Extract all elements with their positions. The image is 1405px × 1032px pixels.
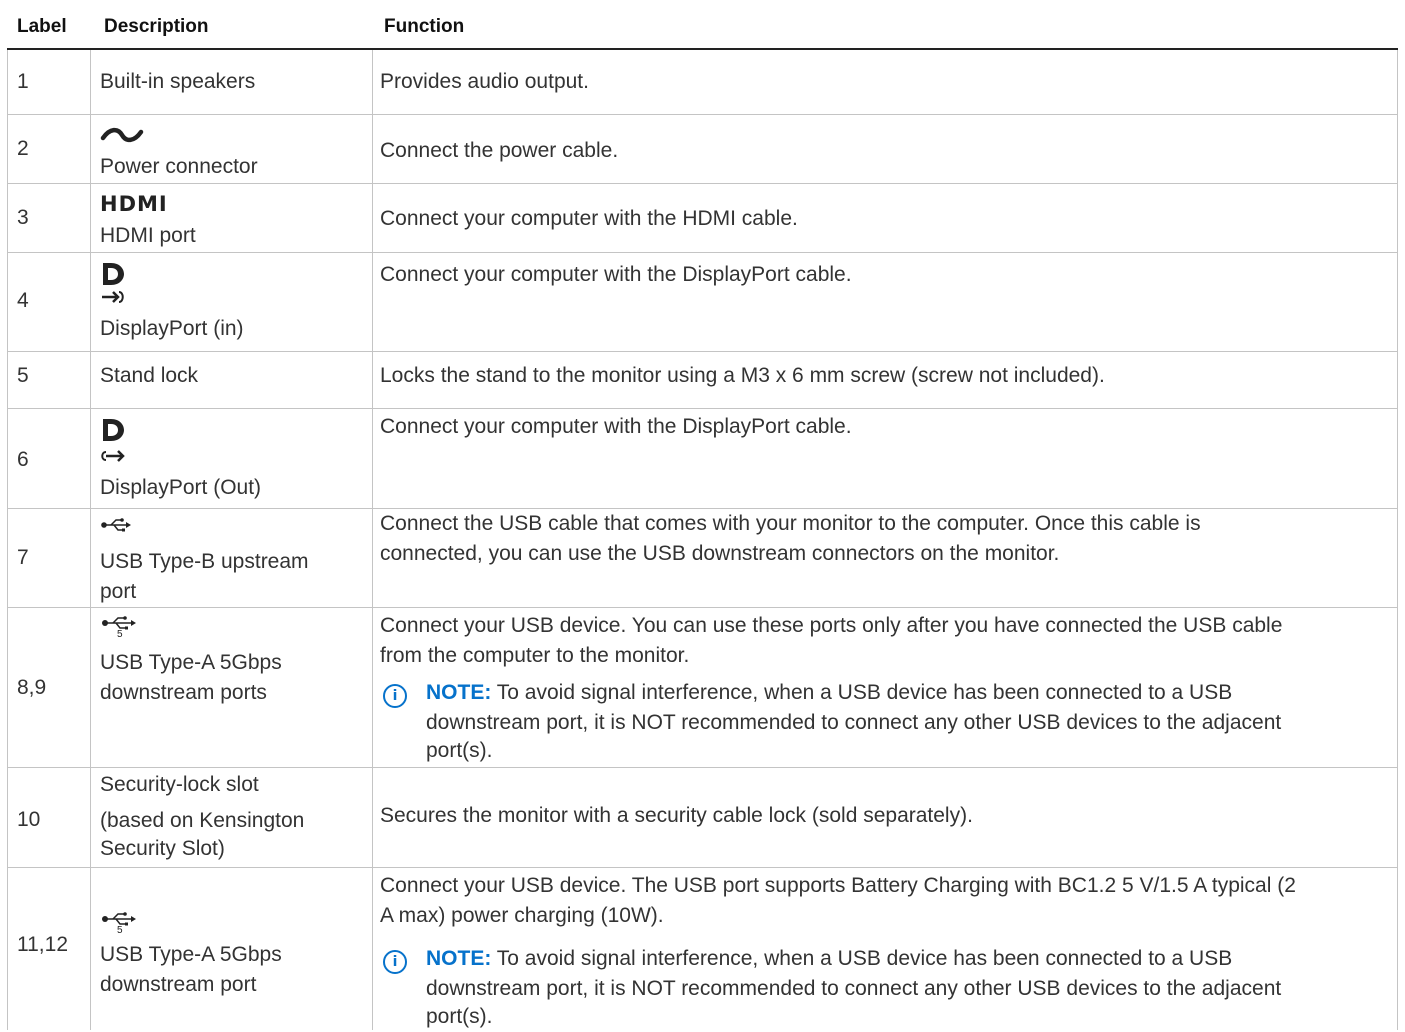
- row-function: Connect the USB cable that comes with yo…: [380, 512, 1201, 535]
- row-function: Provides audio output.: [380, 70, 589, 93]
- row-label: 11,12: [17, 933, 68, 956]
- ports-table: Label Description Function 1 Built-in sp…: [7, 6, 1398, 1030]
- row-function: Connect your computer with the DisplayPo…: [380, 263, 852, 286]
- note-label: NOTE:: [426, 947, 492, 970]
- ac-power-icon: [100, 127, 144, 143]
- row-label: 7: [17, 546, 29, 569]
- info-icon: i: [383, 950, 407, 974]
- row-description: downstream port: [100, 973, 257, 996]
- note-line: NOTE: To avoid signal interference, when…: [426, 678, 1232, 708]
- row-description: Power connector: [100, 155, 258, 178]
- usb-5gbps-icon: 5: [100, 614, 142, 642]
- row-function: A max) power charging (10W).: [380, 904, 664, 927]
- row-description: downstream ports: [100, 681, 267, 704]
- row-label: 4: [17, 289, 29, 312]
- row-function: Locks the stand to the monitor using a M…: [380, 364, 1105, 387]
- row-description: USB Type-B upstream: [100, 550, 309, 573]
- row-function: Connect your USB device. The USB port su…: [380, 874, 1296, 897]
- usb-5gbps-digit: 5: [117, 925, 123, 936]
- usb-icon: [101, 518, 131, 532]
- row-label: 3: [17, 206, 29, 229]
- row-description: (based on Kensington: [100, 809, 305, 832]
- note-line: NOTE: To avoid signal interference, when…: [426, 944, 1232, 974]
- row-label: 5: [17, 364, 29, 387]
- note-text: port(s).: [426, 1005, 493, 1028]
- row-function: connected, you can use the USB downstrea…: [380, 542, 1060, 565]
- header-description: Description: [104, 16, 209, 37]
- row-description: DisplayPort (Out): [100, 476, 262, 499]
- row-label: 6: [17, 448, 29, 471]
- row-description: Security Slot): [100, 837, 225, 860]
- note-text: downstream port, it is NOT recommended t…: [426, 977, 1282, 1000]
- row-label: 2: [17, 137, 29, 160]
- info-icon: i: [383, 684, 407, 708]
- hdmi-logo-icon: HDMI: [100, 192, 168, 216]
- note-text: To avoid signal interference, when a USB…: [491, 681, 1233, 704]
- row-function: Connect your USB device. You can use the…: [380, 614, 1283, 637]
- usb-5gbps-icon: 5: [100, 910, 142, 938]
- note-text: To avoid signal interference, when a USB…: [491, 947, 1233, 970]
- header-rule: [7, 48, 1398, 50]
- row-description: USB Type-A 5Gbps: [100, 651, 282, 674]
- row-description: port: [100, 580, 137, 603]
- header-function: Function: [384, 16, 465, 37]
- row-description: Stand lock: [100, 364, 199, 387]
- note-text: port(s).: [426, 739, 493, 762]
- row-function: Secures the monitor with a security cabl…: [380, 804, 973, 827]
- row-description: USB Type-A 5Gbps: [100, 943, 282, 966]
- row-label: 8,9: [17, 676, 47, 699]
- note-text: downstream port, it is NOT recommended t…: [426, 711, 1282, 734]
- row-label: 10: [17, 808, 41, 831]
- row-description: HDMI port: [100, 224, 196, 247]
- usb-5gbps-digit: 5: [117, 629, 123, 640]
- displayport-out-icon: [101, 419, 125, 462]
- displayport-in-icon: [102, 263, 124, 303]
- row-description: Security-lock slot: [100, 773, 259, 796]
- row-function: Connect your computer with the DisplayPo…: [380, 415, 852, 438]
- row-function: Connect your computer with the HDMI cabl…: [380, 207, 798, 230]
- row-description: Built-in speakers: [100, 70, 256, 93]
- row-label: 1: [17, 70, 29, 93]
- row-description: DisplayPort (in): [100, 317, 244, 340]
- row-function: Connect the power cable.: [380, 139, 619, 162]
- note-label: NOTE:: [426, 681, 492, 704]
- header-label: Label: [17, 16, 67, 37]
- row-function: from the computer to the monitor.: [380, 644, 690, 667]
